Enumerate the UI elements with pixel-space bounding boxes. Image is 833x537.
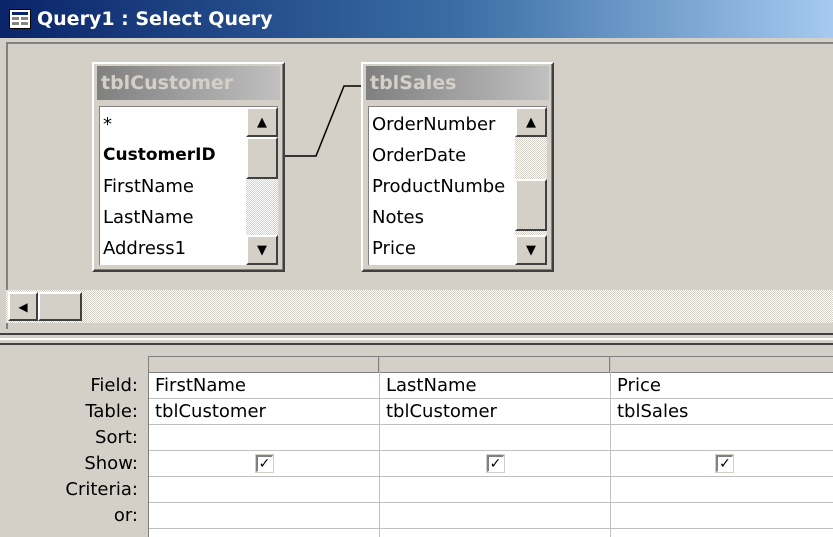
scroll-thumb[interactable] <box>515 179 547 231</box>
row-label-sort: Sort: <box>95 427 138 448</box>
field-list-tblcustomer[interactable]: tblCustomer * CustomerID FirstName LastN… <box>92 62 285 272</box>
table-cell[interactable]: tblCustomer <box>380 399 610 425</box>
grid-column[interactable]: FirstName tblCustomer ✓ <box>149 357 380 537</box>
or-cell[interactable] <box>149 503 379 529</box>
checkmark-icon: ✓ <box>258 456 271 472</box>
field-item-primary-key[interactable]: CustomerID <box>100 140 244 171</box>
checkmark-icon: ✓ <box>719 456 731 472</box>
scroll-thumb[interactable] <box>38 292 82 321</box>
sort-cell[interactable] <box>149 425 379 451</box>
column-selector[interactable] <box>380 357 610 373</box>
table-cell[interactable]: tblCustomer <box>149 399 379 425</box>
row-label-field: Field: <box>90 375 138 396</box>
checkmark-icon: ✓ <box>489 456 502 472</box>
grid-column[interactable]: LastName tblCustomer ✓ <box>380 357 611 537</box>
or-cell[interactable] <box>380 503 610 529</box>
field-item[interactable]: LastName <box>100 202 244 233</box>
query-window-icon[interactable] <box>9 9 31 29</box>
field-item[interactable]: OrderNumber <box>369 109 513 140</box>
field-list-title[interactable]: tblSales <box>366 66 549 100</box>
design-grid[interactable]: FirstName tblCustomer ✓ LastName tblCust… <box>148 356 833 537</box>
field-list-body: * CustomerID FirstName LastName Address1… <box>99 106 278 265</box>
pane-splitter[interactable] <box>0 333 833 345</box>
field-item[interactable]: OrderDate <box>369 140 513 171</box>
window-titlebar[interactable]: Query1 : Select Query <box>0 0 833 38</box>
criteria-cell[interactable] <box>380 477 610 503</box>
criteria-cell[interactable] <box>611 477 833 503</box>
show-cell[interactable]: ✓ <box>611 451 833 477</box>
row-label-or: or: <box>113 505 138 526</box>
criteria-cell[interactable] <box>149 477 379 503</box>
show-checkbox[interactable]: ✓ <box>485 454 505 473</box>
row-label-criteria: Criteria: <box>65 479 138 500</box>
field-list-title[interactable]: tblCustomer <box>97 66 280 100</box>
field-cell[interactable]: FirstName <box>149 373 379 399</box>
field-list-body: OrderNumber OrderDate ProductNumbe Notes… <box>368 106 547 265</box>
sort-cell[interactable] <box>380 425 610 451</box>
grid-column[interactable]: Price tblSales ✓ <box>611 357 833 537</box>
or-cell[interactable] <box>611 503 833 529</box>
show-cell[interactable]: ✓ <box>149 451 379 477</box>
field-item[interactable]: ProductNumbe <box>369 171 513 202</box>
arrow-down-icon[interactable]: ▼ <box>246 235 278 265</box>
show-cell[interactable]: ✓ <box>380 451 610 477</box>
field-cell[interactable]: Price <box>611 373 833 399</box>
field-cell[interactable]: LastName <box>380 373 610 399</box>
field-item[interactable]: FirstName <box>100 171 244 202</box>
arrow-up-icon[interactable]: ▲ <box>246 107 278 137</box>
horizontal-scrollbar[interactable]: ◀ <box>6 290 833 323</box>
field-item[interactable]: Address1 <box>100 233 244 264</box>
row-label-show: Show: <box>84 453 138 474</box>
arrow-left-icon[interactable]: ◀ <box>8 292 38 321</box>
show-checkbox[interactable]: ✓ <box>715 454 734 473</box>
sort-cell[interactable] <box>611 425 833 451</box>
arrow-down-icon[interactable]: ▼ <box>515 235 547 265</box>
table-cell[interactable]: tblSales <box>611 399 833 425</box>
field-item[interactable]: Price <box>369 233 513 264</box>
show-checkbox[interactable]: ✓ <box>254 454 274 473</box>
column-selector[interactable] <box>149 357 379 373</box>
field-item[interactable]: Notes <box>369 202 513 233</box>
field-list-tblsales[interactable]: tblSales OrderNumber OrderDate ProductNu… <box>361 62 554 272</box>
field-item[interactable]: * <box>100 109 244 140</box>
row-label-table: Table: <box>85 401 138 422</box>
vertical-scrollbar[interactable]: ▲ ▼ <box>246 107 278 265</box>
column-selector[interactable] <box>611 357 833 373</box>
vertical-scrollbar[interactable]: ▲ ▼ <box>515 107 547 265</box>
grid-row-labels: Field: Table: Sort: Show: Criteria: or: <box>0 373 148 529</box>
window-title: Query1 : Select Query <box>37 8 273 30</box>
scroll-thumb[interactable] <box>246 137 278 179</box>
arrow-up-icon[interactable]: ▲ <box>515 107 547 137</box>
